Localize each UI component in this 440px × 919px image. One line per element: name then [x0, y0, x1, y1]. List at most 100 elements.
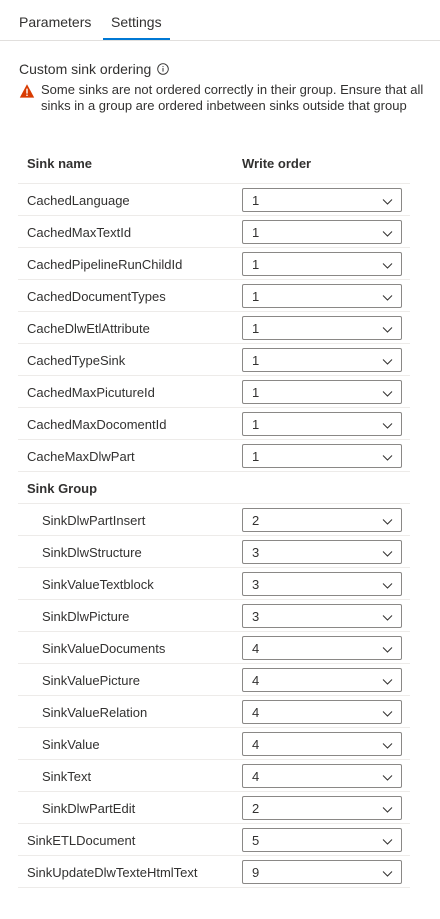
write-order-dropdown[interactable]: 4	[242, 700, 402, 724]
sink-name: CachedLanguage	[27, 193, 130, 208]
chevron-down-icon	[382, 803, 393, 814]
table-row: SinkDlwPartEdit 2	[18, 792, 410, 824]
write-order-dropdown[interactable]: 5	[242, 828, 402, 852]
write-order-dropdown[interactable]: 1	[242, 412, 402, 436]
chevron-down-icon	[382, 387, 393, 398]
sink-group-row: Sink Group	[18, 472, 410, 504]
sink-name: CachedTypeSink	[27, 353, 126, 368]
chevron-down-icon	[382, 867, 393, 878]
table-row: CacheDlwEtlAttribute 1	[18, 312, 410, 344]
chevron-down-icon	[382, 739, 393, 750]
warning-icon	[19, 83, 35, 99]
write-order-value: 9	[252, 865, 260, 880]
write-order-dropdown[interactable]: 3	[242, 572, 402, 596]
sink-name: SinkValueTextblock	[42, 577, 154, 592]
chevron-down-icon	[382, 611, 393, 622]
write-order-dropdown[interactable]: 1	[242, 188, 402, 212]
sink-name: SinkUpdateDlwTexteHtmlText	[27, 865, 198, 880]
write-order-value: 1	[252, 449, 260, 464]
sink-name: SinkValueRelation	[42, 705, 148, 720]
sink-order-table: Sink name Write order CachedLanguage 1 Cac…	[18, 146, 410, 888]
write-order-dropdown[interactable]: 2	[242, 508, 402, 532]
chevron-down-icon	[382, 675, 393, 686]
table-row: SinkDlwStructure 3	[18, 536, 410, 568]
section-title: Custom sink ordering	[19, 61, 170, 77]
column-header-write-order: Write order	[242, 156, 312, 171]
write-order-value: 4	[252, 641, 260, 656]
sink-name: SinkDlwPartEdit	[42, 801, 136, 816]
write-order-dropdown[interactable]: 1	[242, 252, 402, 276]
tab-parameters[interactable]: Parameters	[19, 0, 91, 40]
write-order-dropdown[interactable]: 4	[242, 732, 402, 756]
table-row: CachedMaxTextId 1	[18, 216, 410, 248]
info-icon[interactable]	[157, 62, 170, 75]
table-row: SinkETLDocument 5	[18, 824, 410, 856]
table-row: CachedMaxPicutureId 1	[18, 376, 410, 408]
sink-name: SinkDlwPartInsert	[42, 513, 146, 528]
write-order-dropdown[interactable]: 3	[242, 540, 402, 564]
chevron-down-icon	[382, 259, 393, 270]
tab-bar: Parameters Settings	[0, 0, 440, 41]
sink-name: SinkDlwPicture	[42, 609, 130, 624]
write-order-dropdown[interactable]: 1	[242, 380, 402, 404]
write-order-dropdown[interactable]: 1	[242, 444, 402, 468]
warning-text: Some sinks are not ordered correctly in …	[41, 82, 424, 113]
table-body: CachedLanguage 1 CachedMaxTextId 1 CachedPip…	[18, 184, 410, 888]
sink-name: CachedMaxPicutureId	[27, 385, 155, 400]
column-header-sink-name: Sink name	[27, 156, 93, 171]
write-order-value: 4	[252, 705, 260, 720]
chevron-down-icon	[382, 419, 393, 430]
write-order-value: 2	[252, 513, 260, 528]
chevron-down-icon	[382, 643, 393, 654]
section-title-label: Custom sink ordering	[19, 61, 152, 77]
table-row: SinkUpdateDlwTexteHtmlText 9	[18, 856, 410, 888]
write-order-dropdown[interactable]: 4	[242, 636, 402, 660]
write-order-value: 1	[252, 353, 260, 368]
write-order-dropdown[interactable]: 1	[242, 220, 402, 244]
table-row: CachedDocumentTypes 1	[18, 280, 410, 312]
sink-name: SinkValuePicture	[42, 673, 141, 688]
write-order-dropdown[interactable]: 9	[242, 860, 402, 884]
write-order-dropdown[interactable]: 4	[242, 764, 402, 788]
table-row: SinkDlwPicture 3	[18, 600, 410, 632]
write-order-value: 1	[252, 385, 260, 400]
write-order-value: 4	[252, 673, 260, 688]
table-header: Sink name Write order	[18, 146, 410, 184]
chevron-down-icon	[382, 195, 393, 206]
table-row: SinkValueTextblock 3	[18, 568, 410, 600]
write-order-value: 1	[252, 225, 260, 240]
sink-name: SinkValueDocuments	[42, 641, 166, 656]
write-order-dropdown[interactable]: 1	[242, 284, 402, 308]
sink-name: CachedPipelineRunChildId	[27, 257, 183, 272]
write-order-dropdown[interactable]: 4	[242, 668, 402, 692]
write-order-value: 3	[252, 609, 260, 624]
sink-name: SinkDlwStructure	[42, 545, 142, 560]
sink-name: SinkValue	[42, 737, 100, 752]
write-order-dropdown[interactable]: 1	[242, 316, 402, 340]
write-order-value: 5	[252, 833, 260, 848]
sink-name: SinkETLDocument	[27, 833, 136, 848]
warning-message: Some sinks are not ordered correctly in …	[19, 82, 424, 114]
table-row: CachedMaxDocomentId 1	[18, 408, 410, 440]
chevron-down-icon	[382, 515, 393, 526]
chevron-down-icon	[382, 835, 393, 846]
table-row: SinkValueDocuments 4	[18, 632, 410, 664]
chevron-down-icon	[382, 323, 393, 334]
table-row: SinkText 4	[18, 760, 410, 792]
tab-settings[interactable]: Settings	[103, 0, 170, 40]
chevron-down-icon	[382, 451, 393, 462]
sink-name: CacheMaxDlwPart	[27, 449, 135, 464]
sink-name: CachedMaxDocomentId	[27, 417, 167, 432]
chevron-down-icon	[382, 579, 393, 590]
write-order-value: 3	[252, 545, 260, 560]
table-row: CacheMaxDlwPart 1	[18, 440, 410, 472]
write-order-value: 1	[252, 289, 260, 304]
chevron-down-icon	[382, 707, 393, 718]
chevron-down-icon	[382, 291, 393, 302]
write-order-dropdown[interactable]: 3	[242, 604, 402, 628]
chevron-down-icon	[382, 355, 393, 366]
chevron-down-icon	[382, 227, 393, 238]
write-order-dropdown[interactable]: 2	[242, 796, 402, 820]
sink-name: SinkText	[42, 769, 92, 784]
write-order-dropdown[interactable]: 1	[242, 348, 402, 372]
